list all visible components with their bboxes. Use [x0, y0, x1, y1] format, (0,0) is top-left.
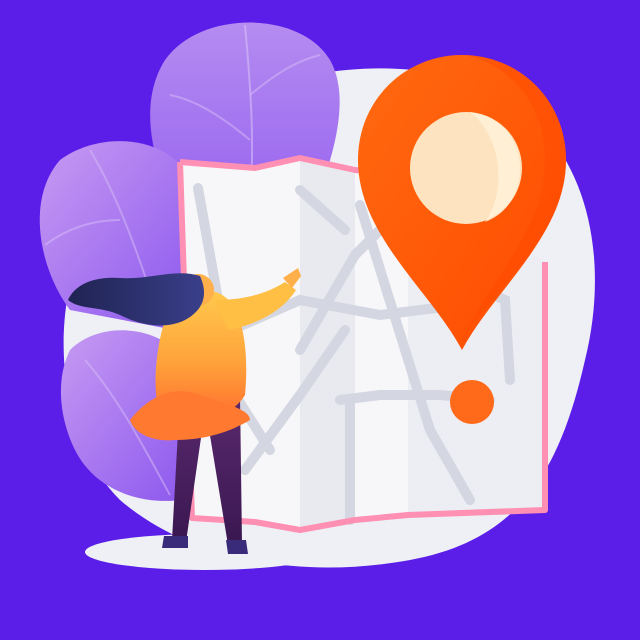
map-illustration — [39, 22, 595, 570]
illustration-scene — [0, 0, 640, 640]
ground-shadow — [85, 534, 325, 570]
